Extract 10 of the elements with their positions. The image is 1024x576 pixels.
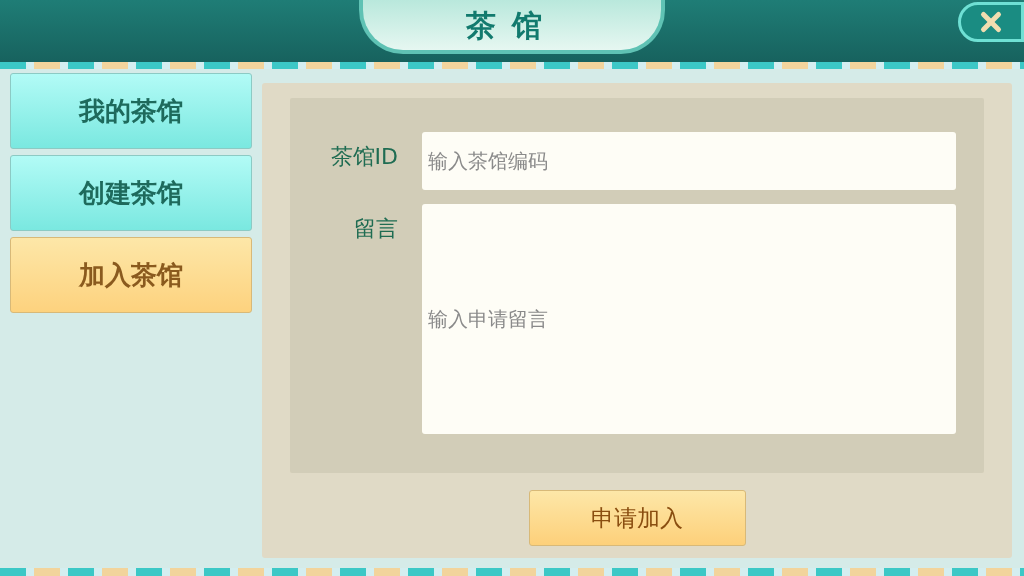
sidebar-tab[interactable]: 我的茶馆 (10, 73, 252, 149)
message-field[interactable]: 输入申请留言 (422, 204, 956, 434)
field-label: 茶馆ID (329, 143, 399, 171)
sidebar-tab[interactable]: 创建茶馆 (10, 155, 252, 231)
close-button[interactable] (958, 2, 1024, 42)
field-label: 留言 (353, 215, 399, 243)
id-field[interactable]: 输入茶馆编码 (422, 132, 956, 190)
sidebar-tab[interactable]: 加入茶馆 (10, 237, 252, 313)
apply-button[interactable]: 申请加入 (528, 490, 746, 546)
window-title: 茶馆 (359, 0, 665, 54)
